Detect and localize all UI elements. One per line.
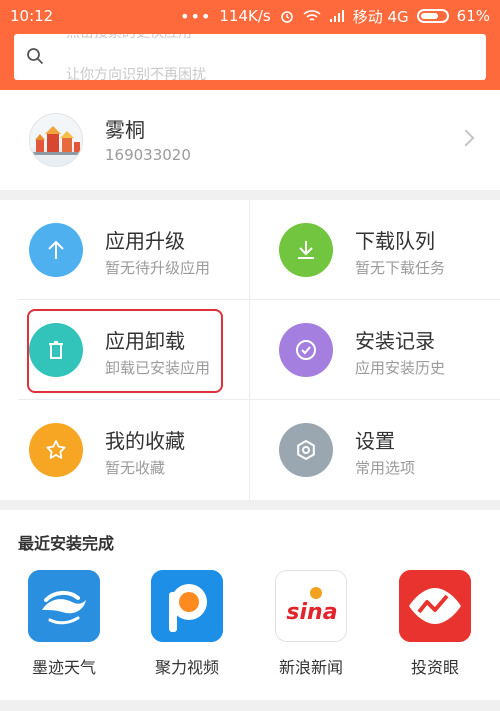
app-name: 聚力视频 bbox=[154, 658, 219, 677]
star-icon bbox=[29, 423, 83, 477]
menu-subtitle: 暂无收藏 bbox=[105, 459, 166, 477]
status-bar: 10:12 ••• 114K/s 移动 4G 61% bbox=[0, 0, 500, 32]
profile-name: 雾桐 bbox=[105, 118, 145, 142]
network-speed: 114K/s bbox=[219, 7, 271, 25]
menu-subtitle: 暂无下载任务 bbox=[355, 259, 446, 277]
menu-grid: 应用升级 暂无待升级应用 下载队列 暂无下载任务 应用卸载 卸载已安装应用 安装… bbox=[0, 200, 500, 500]
sina-news-icon: sina bbox=[275, 570, 347, 642]
menu-subtitle: 暂无待升级应用 bbox=[105, 259, 211, 277]
app-name: 投资眼 bbox=[410, 658, 459, 677]
avatar bbox=[29, 113, 83, 167]
search-hint-bottom: 让你方向识别不再困扰 bbox=[66, 67, 206, 80]
recent-title: 最近安装完成 bbox=[18, 534, 115, 553]
battery-icon bbox=[416, 9, 449, 23]
status-time: 10:12 bbox=[10, 7, 54, 25]
alarm-icon bbox=[280, 11, 293, 23]
notification-dots: ••• bbox=[180, 6, 212, 26]
moji-weather-icon bbox=[28, 570, 100, 642]
gear-icon bbox=[279, 423, 333, 477]
menu-settings[interactable]: 设置 常用选项 bbox=[250, 400, 500, 500]
download-icon bbox=[279, 223, 333, 277]
menu-subtitle: 常用选项 bbox=[355, 459, 416, 477]
menu-subtitle: 应用安装历史 bbox=[355, 359, 446, 377]
pptv-icon bbox=[151, 570, 223, 642]
app-name: 墨迹天气 bbox=[31, 658, 96, 677]
header: 点击搜索的更快应用 让你方向识别不再困扰 bbox=[0, 32, 500, 90]
battery-percent: 61% bbox=[456, 7, 490, 25]
menu-app-upgrade[interactable]: 应用升级 暂无待升级应用 bbox=[0, 200, 250, 300]
signal-icon bbox=[329, 10, 344, 22]
arrow-up-icon bbox=[29, 223, 83, 277]
search-hint-top: 点击搜索的更快应用 bbox=[66, 34, 192, 42]
carrier-label: 移动 4G bbox=[352, 7, 409, 26]
menu-title: 设置 bbox=[355, 429, 395, 453]
chevron-right-icon bbox=[457, 129, 475, 147]
recent-installs: 最近安装完成 墨迹天气 聚力视频 sina 新浪新闻 投资眼 bbox=[0, 510, 500, 700]
profile-row[interactable]: 雾桐 169033020 bbox=[0, 90, 500, 190]
highlight-box bbox=[27, 309, 223, 393]
menu-title: 安装记录 bbox=[355, 329, 435, 353]
menu-title: 我的收藏 bbox=[105, 429, 185, 453]
menu-title: 应用升级 bbox=[105, 229, 185, 253]
search-input[interactable]: 点击搜索的更快应用 让你方向识别不再困扰 bbox=[14, 34, 486, 80]
profile-id: 169033020 bbox=[105, 146, 191, 164]
app-name: 新浪新闻 bbox=[278, 658, 343, 677]
menu-favorites[interactable]: 我的收藏 暂无收藏 bbox=[0, 400, 250, 500]
touziyan-icon bbox=[399, 570, 471, 642]
menu-install-history[interactable]: 安装记录 应用安装历史 bbox=[250, 300, 500, 400]
sina-logo-text: sina bbox=[286, 600, 337, 625]
check-circle-icon bbox=[279, 323, 333, 377]
wifi-icon bbox=[303, 10, 321, 21]
menu-title: 下载队列 bbox=[355, 229, 435, 253]
menu-download-queue[interactable]: 下载队列 暂无下载任务 bbox=[250, 200, 500, 300]
search-icon bbox=[27, 48, 44, 65]
